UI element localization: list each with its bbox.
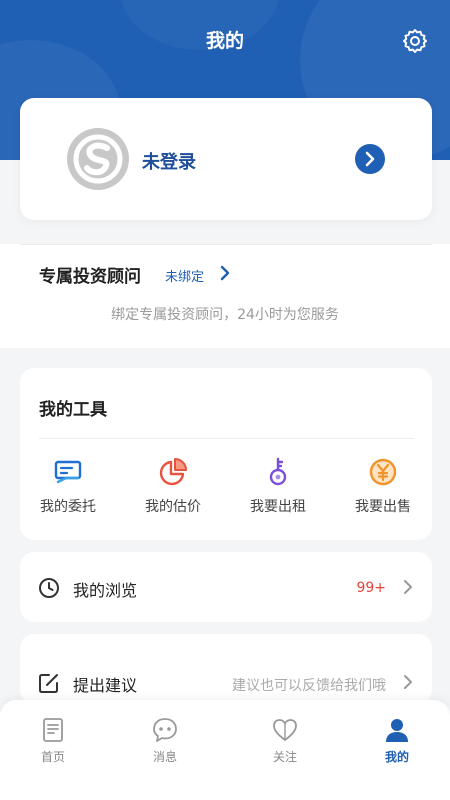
tool-sell[interactable]: 我要出售 xyxy=(343,456,423,526)
chevron-right-icon[interactable] xyxy=(355,144,385,174)
history-label: 我的浏览 xyxy=(73,581,138,600)
tool-estimate[interactable]: 我的估价 xyxy=(133,456,213,526)
advisor-description: 绑定专属投资顾问，24小时为您服务 xyxy=(111,307,339,323)
message-icon xyxy=(153,718,177,742)
tab-follow[interactable]: 关注 xyxy=(255,716,315,765)
clock-icon xyxy=(38,577,60,599)
edit-icon xyxy=(38,672,60,694)
advisor-title: 专属投资顾问 xyxy=(39,267,141,287)
login-card[interactable]: 未登录 xyxy=(20,98,432,220)
yen-coin-icon xyxy=(369,458,397,486)
tools-title: 我的工具 xyxy=(39,400,107,420)
logo-avatar-icon xyxy=(67,128,129,190)
pie-chart-icon xyxy=(159,458,187,486)
tab-label: 消息 xyxy=(152,750,177,764)
tool-label: 我的估价 xyxy=(145,499,201,515)
chevron-right-icon[interactable] xyxy=(402,577,414,597)
tools-card: 我的工具 我的委托 我的估价 我要出租 我要出售 xyxy=(20,368,432,540)
tool-entrust[interactable]: 我的委托 xyxy=(28,456,108,526)
tab-label: 首页 xyxy=(40,750,65,764)
login-status[interactable]: 未登录 xyxy=(142,148,196,174)
heart-icon xyxy=(273,719,297,741)
tab-label: 关注 xyxy=(272,750,297,764)
tab-label: 我的 xyxy=(384,750,409,764)
tab-mine[interactable]: 我的 xyxy=(367,716,427,765)
feedback-hint: 建议也可以反馈给我们哦 xyxy=(232,678,386,694)
bottom-tab-bar: 首页 消息 关注 我的 xyxy=(0,700,450,800)
home-doc-icon xyxy=(43,718,63,742)
key-icon xyxy=(269,457,287,486)
history-row[interactable]: 我的浏览 99+ xyxy=(20,552,432,622)
tool-label: 我要出租 xyxy=(250,499,306,515)
page-title: 我的 xyxy=(205,30,244,52)
feedback-label: 提出建议 xyxy=(73,676,138,695)
history-count-badge: 99+ xyxy=(356,580,386,596)
divider xyxy=(39,438,414,439)
tab-home[interactable]: 首页 xyxy=(23,716,83,765)
tab-messages[interactable]: 消息 xyxy=(135,716,195,765)
feedback-row[interactable]: 提出建议 建议也可以反馈给我们哦 xyxy=(20,634,432,704)
gear-icon[interactable] xyxy=(402,28,428,54)
tool-label: 我要出售 xyxy=(355,499,411,515)
entrust-icon xyxy=(54,460,82,484)
chevron-right-icon[interactable] xyxy=(218,264,232,282)
divider xyxy=(20,244,432,245)
chevron-right-icon[interactable] xyxy=(402,672,414,692)
advisor-section[interactable]: 专属投资顾问 未绑定 绑定专属投资顾问，24小时为您服务 xyxy=(0,244,450,348)
advisor-status[interactable]: 未绑定 xyxy=(165,266,204,285)
tool-label: 我的委托 xyxy=(40,499,96,515)
user-icon xyxy=(386,719,408,742)
tool-rent[interactable]: 我要出租 xyxy=(238,456,318,526)
